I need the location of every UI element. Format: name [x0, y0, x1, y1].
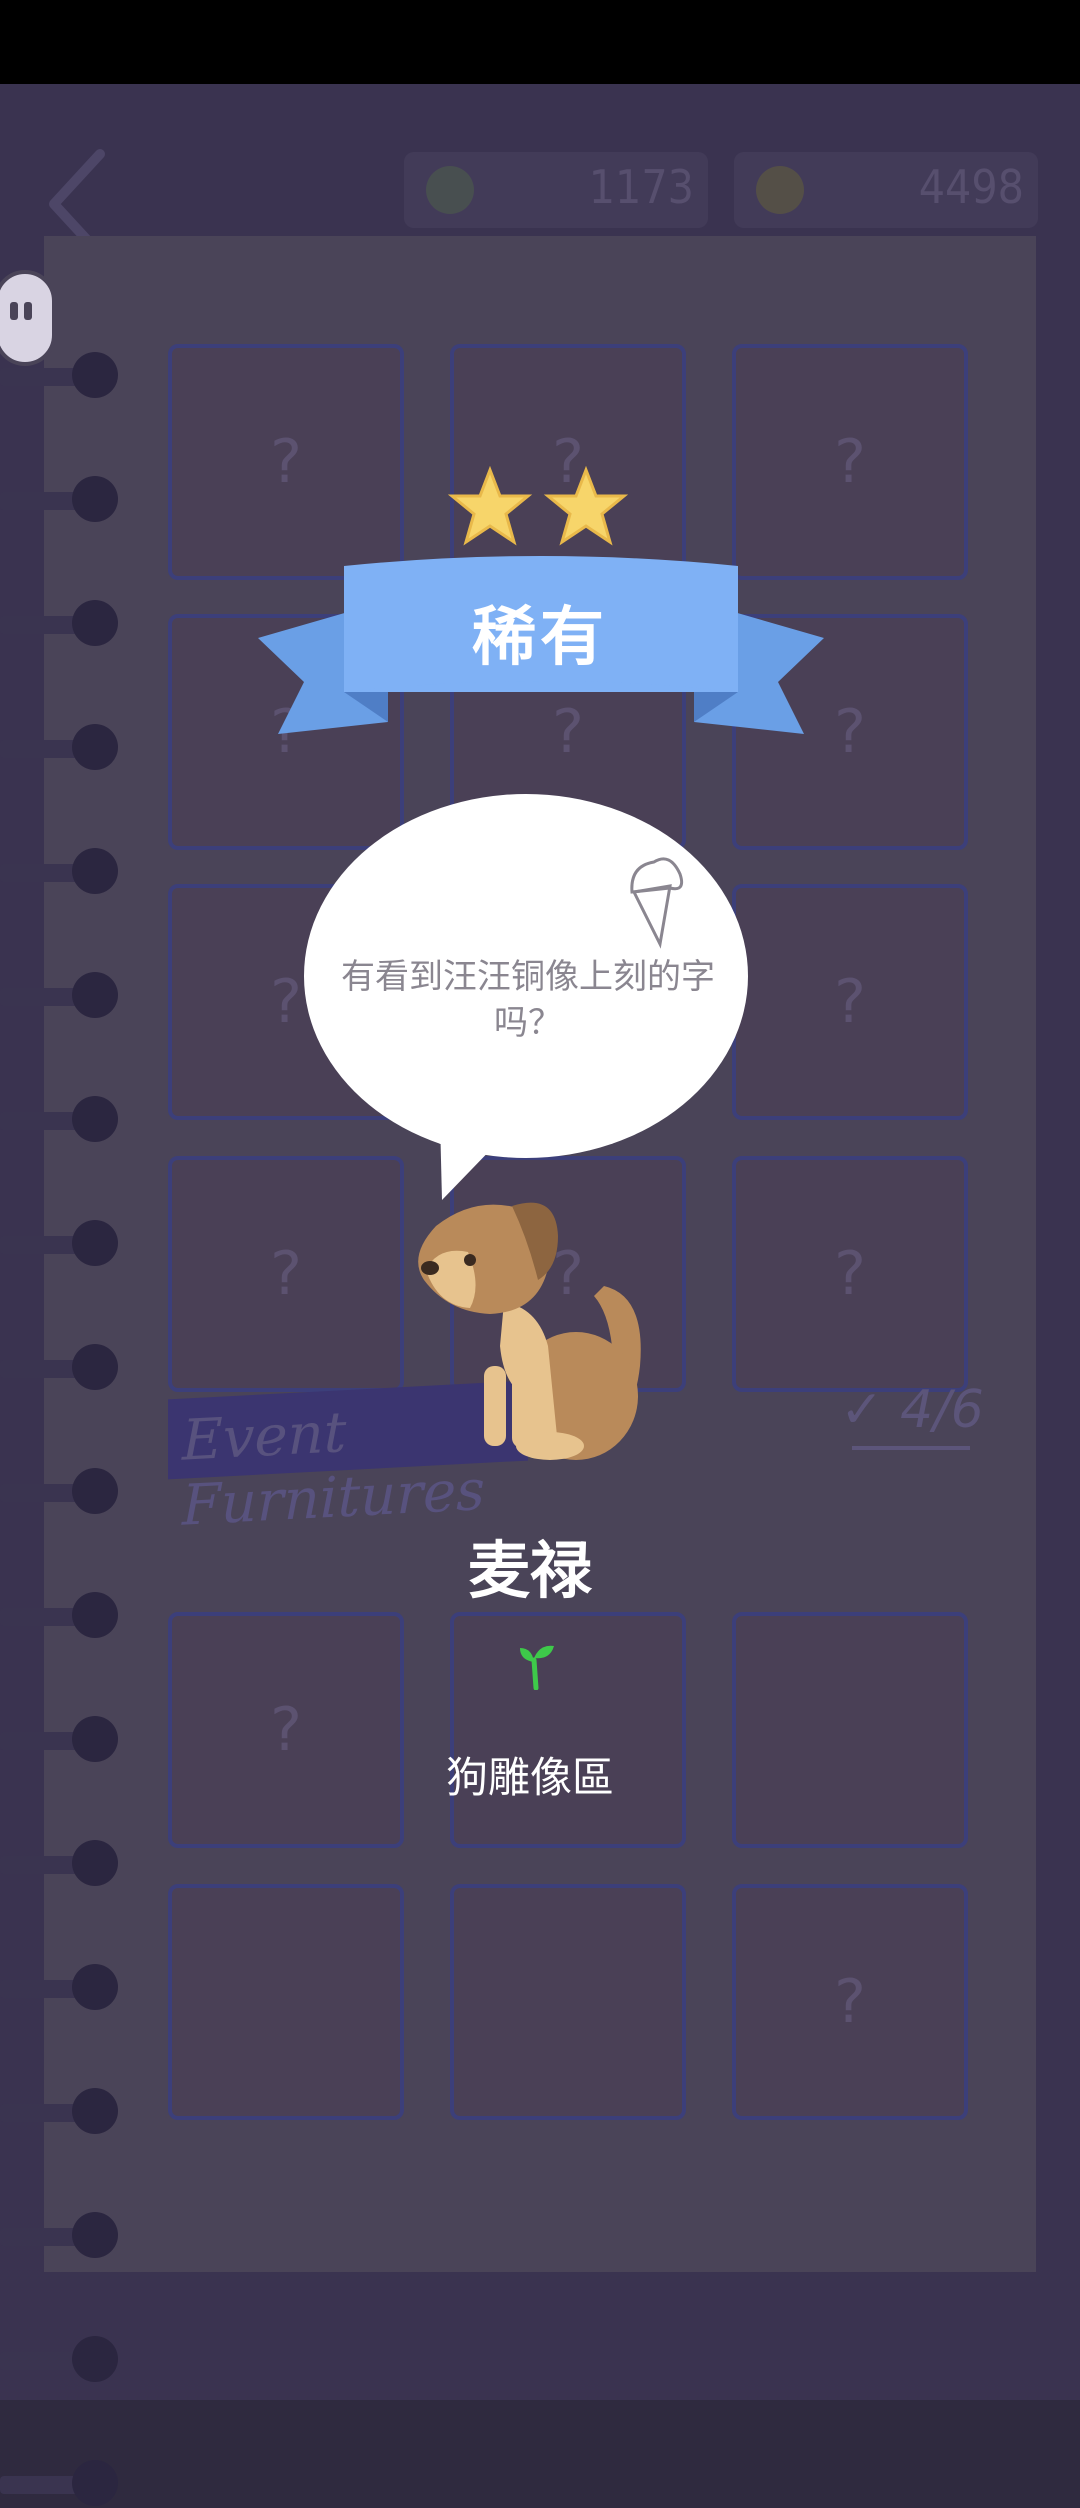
star-icon: [543, 466, 628, 546]
dog-character: [418, 1202, 641, 1460]
character-quote: 有看到汪汪铜像上刻的字吗？: [341, 957, 715, 1043]
binding-ring: [0, 2460, 118, 2508]
star-icon: [448, 466, 533, 546]
unlock-location: 狗雕像區: [445, 1753, 614, 1802]
sprout-icon: [520, 1645, 554, 1690]
rarity-stars: [448, 466, 628, 546]
character-name: 麦禄: [467, 1534, 592, 1607]
rarity-label: 稀有: [472, 601, 608, 675]
character-popup[interactable]: 稀有 有看到汪汪铜像上刻的字吗？ 麦禄 狗雕像區: [0, 0, 1080, 2400]
